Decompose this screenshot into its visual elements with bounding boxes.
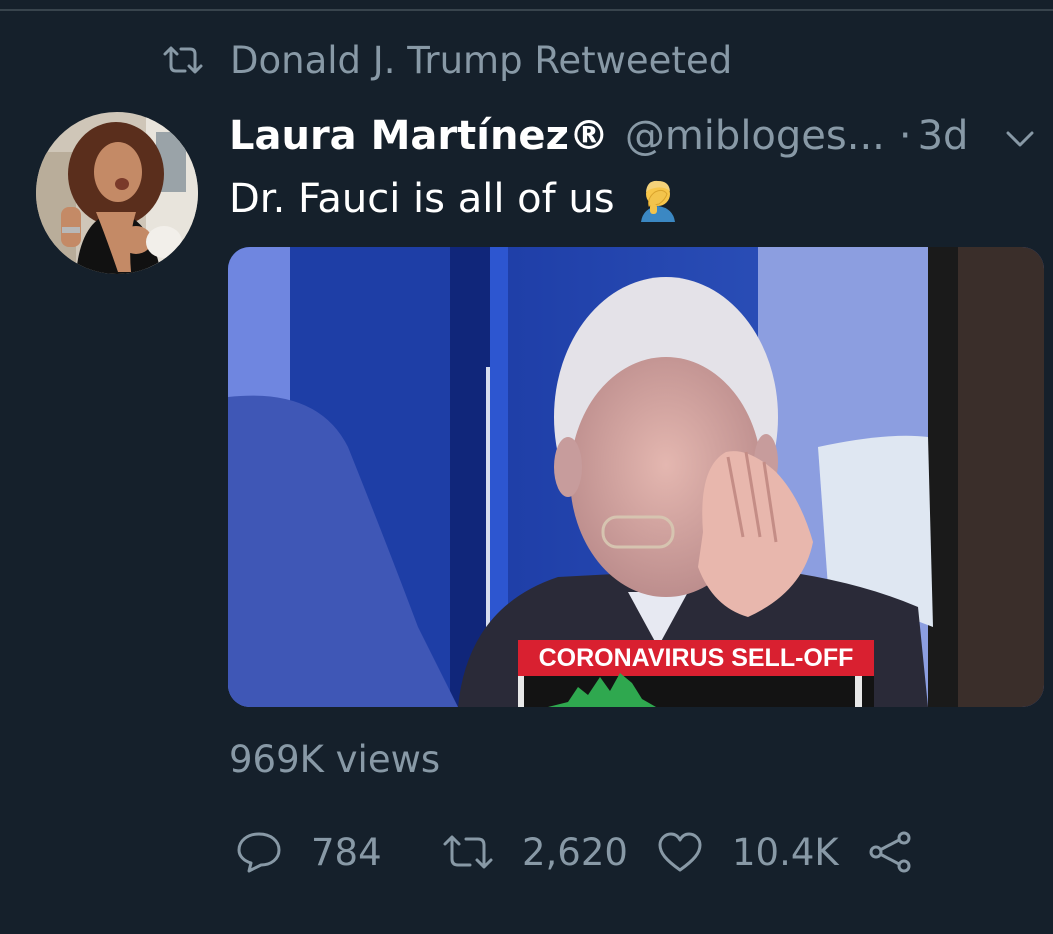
retweet-icon	[163, 46, 203, 74]
reply-button[interactable]: 784	[235, 826, 382, 878]
tweet-text-content: Dr. Fauci is all of us	[229, 176, 615, 222]
tweet-text: Dr. Fauci is all of us	[229, 172, 681, 226]
author-name[interactable]: Laura Martínez®	[229, 113, 609, 159]
separator-dot: ·	[898, 113, 912, 159]
chyron-text: CORONAVIRUS SELL-OFF	[539, 644, 854, 672]
share-icon	[869, 831, 911, 873]
tweet-header: Laura Martínez® @mibloges... · 3d	[229, 108, 1029, 164]
timestamp[interactable]: 3d	[918, 113, 969, 159]
video-player[interactable]: CORONAVIRUS SELL-OFF	[228, 247, 1044, 707]
facepalm-emoji-icon	[640, 180, 675, 222]
reply-count: 784	[311, 830, 382, 874]
retweet-count: 2,620	[522, 830, 628, 874]
reply-icon	[237, 832, 281, 873]
view-count: 969K views	[229, 738, 441, 781]
retweet-context[interactable]: Donald J. Trump Retweeted	[162, 36, 732, 84]
divider	[0, 9, 1053, 11]
video-thumbnail: CORONAVIRUS SELL-OFF	[228, 247, 1044, 707]
tweet-screen: Donald J. Trump Retweeted Laura Martínez…	[0, 0, 1053, 934]
author-handle[interactable]: @mibloges...	[625, 113, 885, 159]
chevron-down-icon[interactable]	[1000, 124, 1040, 154]
heart-icon	[658, 832, 702, 872]
like-button[interactable]: 10.4K	[656, 826, 839, 878]
avatar-photo	[36, 112, 198, 274]
retweet-context-text: Donald J. Trump Retweeted	[230, 38, 733, 82]
avatar[interactable]	[36, 112, 198, 274]
like-count: 10.4K	[732, 830, 839, 874]
share-button[interactable]	[866, 826, 914, 878]
retweet-icon	[443, 835, 493, 869]
retweet-button[interactable]: 2,620	[442, 826, 628, 878]
